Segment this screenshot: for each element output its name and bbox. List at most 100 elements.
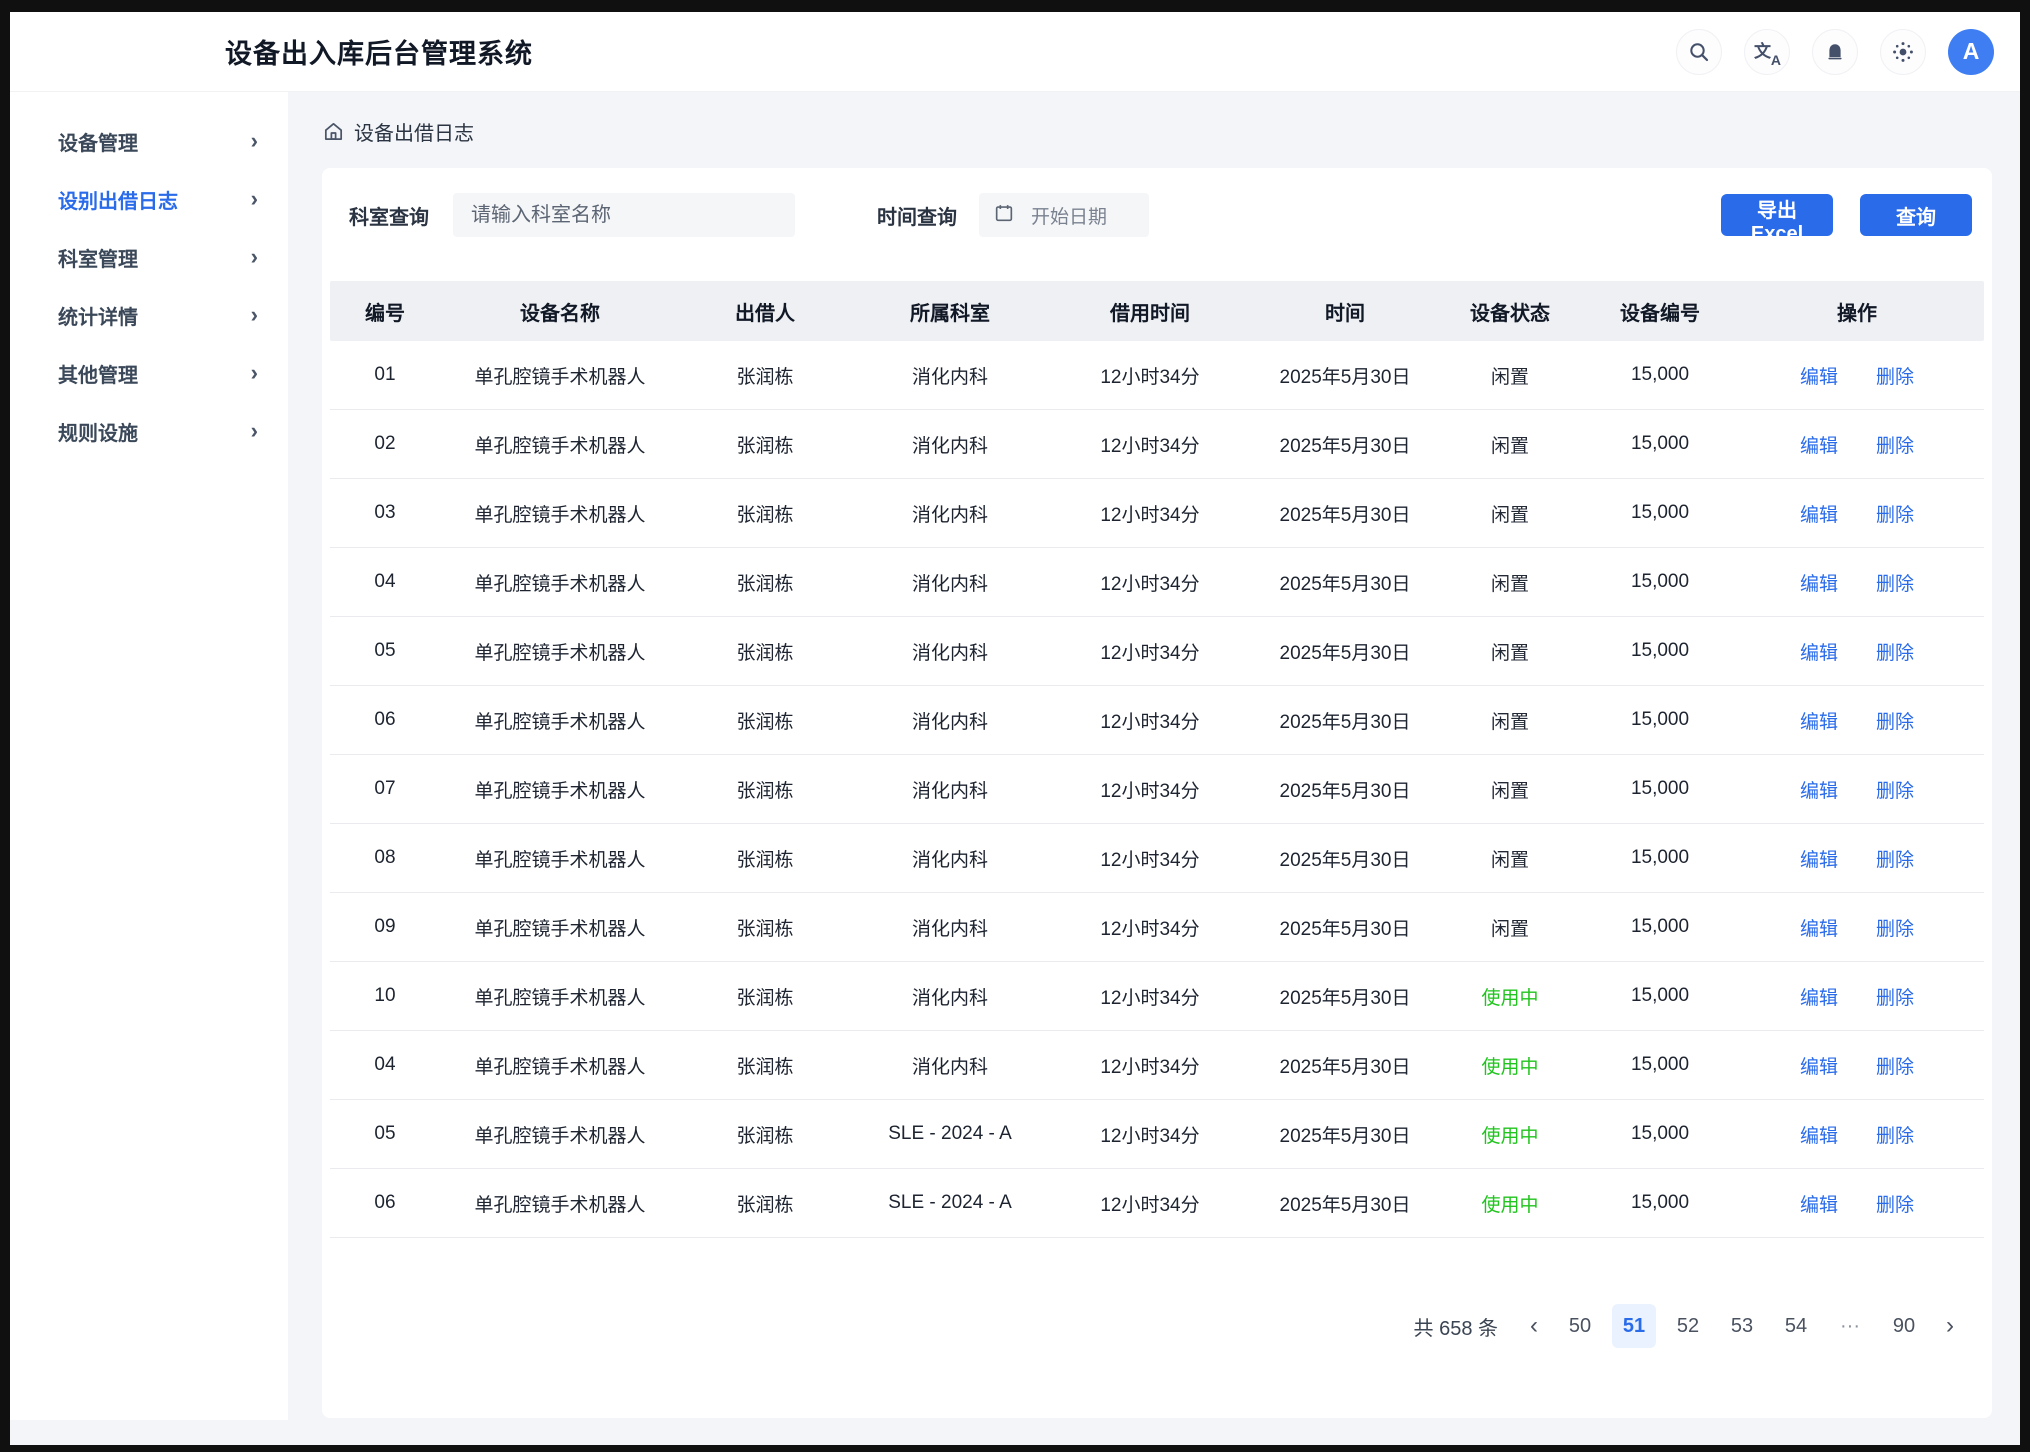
pagination-pages: 5051525354···90 xyxy=(1558,1304,1926,1348)
edit-link[interactable]: 编辑 xyxy=(1800,500,1838,527)
dept-search-input[interactable] xyxy=(453,193,795,237)
table-row: 02 单孔腔镜手术机器人 张润栋 消化内科 12小时34分 2025年5月30日… xyxy=(330,410,1984,479)
cell-duration: 12小时34分 xyxy=(1050,845,1250,872)
edit-link[interactable]: 编辑 xyxy=(1800,1052,1838,1079)
delete-link[interactable]: 删除 xyxy=(1876,569,1914,596)
brightness-icon xyxy=(1891,40,1915,64)
cell-status: 闲置 xyxy=(1440,431,1580,458)
delete-link[interactable]: 删除 xyxy=(1876,1052,1914,1079)
edit-link[interactable]: 编辑 xyxy=(1800,983,1838,1010)
pagination-page-50[interactable]: 50 xyxy=(1558,1304,1602,1348)
sidebar-item-active[interactable]: 设别出借日志 › xyxy=(10,170,288,228)
search-button[interactable] xyxy=(1676,29,1722,75)
cell-department: SLE - 2024 - A xyxy=(850,1192,1050,1214)
edit-link[interactable]: 编辑 xyxy=(1800,638,1838,665)
sidebar-item-label: 规则设施 xyxy=(58,417,138,446)
column-header: 出借人 xyxy=(680,297,850,326)
cell-department: 消化内科 xyxy=(850,707,1050,734)
cell-device-code: 15,000 xyxy=(1580,1123,1740,1145)
cell-device-code: 15,000 xyxy=(1580,916,1740,938)
cell-device-code: 15,000 xyxy=(1580,433,1740,455)
edit-link[interactable]: 编辑 xyxy=(1800,431,1838,458)
home-icon xyxy=(322,120,345,143)
delete-link[interactable]: 删除 xyxy=(1876,500,1914,527)
cell-device-code: 15,000 xyxy=(1580,985,1740,1007)
content-card: 科室查询 时间查询 开始日期 导出Excel 查询 xyxy=(322,168,1992,1418)
chevron-right-icon: › xyxy=(251,128,258,154)
breadcrumb: 设备出借日志 xyxy=(322,114,1992,148)
cell-device-name: 单孔腔镜手术机器人 xyxy=(440,1190,680,1217)
edit-link[interactable]: 编辑 xyxy=(1800,362,1838,389)
sidebar-item-label: 统计详情 xyxy=(58,301,138,330)
cell-lender: 张润栋 xyxy=(680,638,850,665)
cell-device-code: 15,000 xyxy=(1580,364,1740,386)
sidebar-item-link[interactable]: 设备管理 › xyxy=(10,112,288,170)
start-date-picker[interactable]: 开始日期 xyxy=(979,193,1149,237)
cell-lender: 张润栋 xyxy=(680,1121,850,1148)
table-row: 09 单孔腔镜手术机器人 张润栋 消化内科 12小时34分 2025年5月30日… xyxy=(330,893,1984,962)
column-header: 设备名称 xyxy=(440,297,680,326)
delete-link[interactable]: 删除 xyxy=(1876,776,1914,803)
delete-link[interactable]: 删除 xyxy=(1876,1121,1914,1148)
delete-link[interactable]: 删除 xyxy=(1876,983,1914,1010)
edit-link[interactable]: 编辑 xyxy=(1800,1121,1838,1148)
delete-link[interactable]: 删除 xyxy=(1876,845,1914,872)
delete-link[interactable]: 删除 xyxy=(1876,1190,1914,1217)
sidebar-item-link[interactable]: 统计详情 › xyxy=(10,286,288,344)
edit-link[interactable]: 编辑 xyxy=(1800,776,1838,803)
pagination-ellipsis[interactable]: ··· xyxy=(1828,1304,1872,1348)
edit-link[interactable]: 编辑 xyxy=(1800,1190,1838,1217)
edit-link[interactable]: 编辑 xyxy=(1800,914,1838,941)
pagination-page-53[interactable]: 53 xyxy=(1720,1304,1764,1348)
pagination-next-button[interactable]: › xyxy=(1936,1314,1964,1338)
cell-actions: 编辑 删除 xyxy=(1740,1190,1974,1217)
cell-status: 闲置 xyxy=(1440,569,1580,596)
cell-date: 2025年5月30日 xyxy=(1250,1052,1440,1079)
export-excel-button[interactable]: 导出Excel xyxy=(1721,194,1833,236)
pagination-page-51[interactable]: 51 xyxy=(1612,1304,1656,1348)
delete-link[interactable]: 删除 xyxy=(1876,431,1914,458)
edit-link[interactable]: 编辑 xyxy=(1800,569,1838,596)
edit-link[interactable]: 编辑 xyxy=(1800,845,1838,872)
cell-id: 04 xyxy=(330,571,440,593)
cell-device-name: 单孔腔镜手术机器人 xyxy=(440,707,680,734)
cell-device-name: 单孔腔镜手术机器人 xyxy=(440,638,680,665)
cell-status: 闲置 xyxy=(1440,914,1580,941)
delete-link[interactable]: 删除 xyxy=(1876,638,1914,665)
pagination-page-54[interactable]: 54 xyxy=(1774,1304,1818,1348)
pagination-page-52[interactable]: 52 xyxy=(1666,1304,1710,1348)
sidebar-item-link[interactable]: 其他管理 › xyxy=(10,344,288,402)
notifications-button[interactable] xyxy=(1812,29,1858,75)
pagination-prev-button[interactable]: ‹ xyxy=(1520,1314,1548,1338)
sidebar-item-link[interactable]: 规则设施 › xyxy=(10,402,288,460)
translate-button[interactable]: 文A xyxy=(1744,29,1790,75)
cell-lender: 张润栋 xyxy=(680,431,850,458)
cell-actions: 编辑 删除 xyxy=(1740,569,1974,596)
breadcrumb-label: 设备出借日志 xyxy=(354,117,474,146)
filter-buttons: 导出Excel 查询 xyxy=(1721,194,1972,236)
cell-department: 消化内科 xyxy=(850,362,1050,389)
delete-link[interactable]: 删除 xyxy=(1876,362,1914,389)
cell-duration: 12小时34分 xyxy=(1050,569,1250,596)
edit-link[interactable]: 编辑 xyxy=(1800,707,1838,734)
user-avatar[interactable]: A xyxy=(1948,29,1994,75)
delete-link[interactable]: 删除 xyxy=(1876,707,1914,734)
theme-button[interactable] xyxy=(1880,29,1926,75)
sidebar-item-label: 设别出借日志 xyxy=(58,185,178,214)
sidebar-item-link[interactable]: 科室管理 › xyxy=(10,228,288,286)
table-row: 03 单孔腔镜手术机器人 张润栋 消化内科 12小时34分 2025年5月30日… xyxy=(330,479,1984,548)
cell-status: 闲置 xyxy=(1440,362,1580,389)
cell-lender: 张润栋 xyxy=(680,500,850,527)
cell-department: 消化内科 xyxy=(850,638,1050,665)
cell-actions: 编辑 删除 xyxy=(1740,776,1974,803)
time-query-label: 时间查询 xyxy=(877,201,957,230)
search-icon xyxy=(1687,40,1711,64)
cell-date: 2025年5月30日 xyxy=(1250,845,1440,872)
cell-status: 闲置 xyxy=(1440,776,1580,803)
cell-lender: 张润栋 xyxy=(680,983,850,1010)
pagination-page-90[interactable]: 90 xyxy=(1882,1304,1926,1348)
table-row: 08 单孔腔镜手术机器人 张润栋 消化内科 12小时34分 2025年5月30日… xyxy=(330,824,1984,893)
delete-link[interactable]: 删除 xyxy=(1876,914,1914,941)
query-button[interactable]: 查询 xyxy=(1860,194,1972,236)
sidebar: 设备管理 › 设别出借日志 › 科室管理 › 统计详情 › xyxy=(10,92,288,1420)
